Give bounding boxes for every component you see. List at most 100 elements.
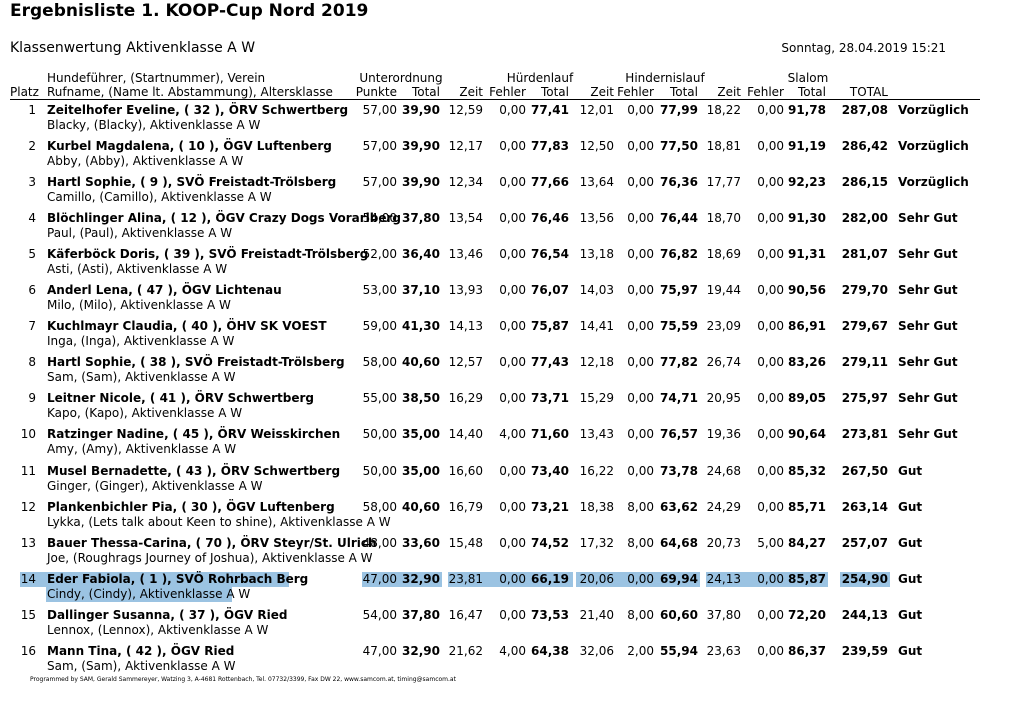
cell-s-fehler: 0,00 [757,463,784,478]
page-title: Ergebnisliste 1. KOOP-Cup Nord 2019 [10,1,369,21]
cell-h-fehler: 0,00 [499,139,526,154]
cell-dog: Blacky, (Blacky), Aktivenklasse A W [47,118,261,132]
cell-dog: Ginger, (Ginger), Aktivenklasse A W [47,478,263,493]
cell-s-total: 85,71 [788,499,826,514]
cell-s-total: 85,87 [788,571,826,586]
cell-hi-total: 69,94 [660,571,698,586]
cell-uo-total: 36,40 [402,247,440,262]
cell-s-fehler: 0,00 [757,607,784,622]
table-row: 7 Kuchlmayr Claudia, ( 40 ), ÖHV SK VOEST… [0,319,1028,355]
cell-uo-punkte: 59,00 [362,319,397,334]
cell-dog: Camillo, (Camillo), Aktivenklasse A W [47,190,272,205]
cell-hi-zeit: 17,32 [579,535,614,550]
cell-handler: Bauer Thessa-Carina, ( 70 ), ÖRV Steyr/S… [47,535,377,550]
cell-uo-punkte: 53,00 [362,283,397,298]
cell-uo-punkte: 52,00 [362,247,397,262]
cell-hi-zeit: 15,29 [579,391,614,406]
cell-dog: Lennox, (Lennox), Aktivenklasse A W [47,622,269,637]
cell-hi-total: 76,44 [660,211,698,226]
cell-uo-total: 40,60 [402,355,440,370]
cell-dog: Kapo, (Kapo), Aktivenklasse A W [47,406,243,421]
cell-h-fehler: 0,00 [499,607,526,622]
cell-rating: Gut [898,607,923,622]
cell-platz: 6 [28,283,36,298]
header-slalom: Slalom [787,71,829,85]
cell-handler: Käferböck Doris, ( 39 ), SVÖ Freistadt-T… [47,247,369,262]
cell-grand-total: 286,42 [841,139,888,154]
cell-hi-total: 63,62 [660,499,698,514]
cell-hi-zeit: 12,01 [579,103,614,117]
cell-h-total: 64,38 [531,643,569,658]
cell-platz: 3 [28,175,36,190]
cell-h-total: 76,46 [531,211,569,226]
cell-hi-zeit: 16,22 [579,463,614,478]
cell-uo-punkte: 54,00 [362,211,397,226]
cell-hi-fehler: 8,00 [627,535,654,550]
cell-s-zeit: 18,22 [706,103,741,117]
cell-h-zeit: 13,93 [448,283,483,298]
cell-h-zeit: 12,57 [448,355,483,370]
table-row: 12 Plankenbichler Pia, ( 30 ), ÖGV Luften… [0,500,1028,536]
cell-h-total: 73,53 [531,607,569,622]
cell-grand-total: 282,00 [841,211,888,226]
cell-hi-fehler: 0,00 [627,175,654,190]
cell-platz: 2 [28,139,36,154]
cell-s-zeit: 24,29 [706,499,741,514]
cell-rating: Gut [898,571,923,586]
cell-h-zeit: 16,29 [448,391,483,406]
cell-rating: Vorzüglich [898,103,969,117]
cell-dog: Asti, (Asti), Aktivenklasse A W [47,262,228,277]
cell-uo-punkte: 57,00 [362,139,397,154]
footer-credits: Programmed by SAM, Gerald Sammereyer, Wa… [30,676,456,683]
table-row: 5 Käferböck Doris, ( 39 ), SVÖ Freistadt-… [0,247,1028,283]
cell-hi-fehler: 0,00 [627,283,654,298]
cell-h-zeit: 15,48 [448,535,483,550]
cell-h-total: 77,41 [531,103,569,117]
cell-h-fehler: 0,00 [499,211,526,226]
cell-h-zeit: 13,46 [448,247,483,262]
table-row: 9 Leitner Nicole, ( 41 ), ÖRV Schwertberg… [0,391,1028,427]
cell-rating: Sehr Gut [898,355,958,370]
cell-dog: Milo, (Milo), Aktivenklasse A W [47,298,231,313]
cell-h-fehler: 0,00 [499,283,526,298]
cell-h-fehler: 0,00 [499,175,526,190]
cell-h-fehler: 4,00 [499,643,526,658]
cell-handler: Hartl Sophie, ( 9 ), SVÖ Freistadt-Tröls… [47,175,337,190]
cell-uo-total: 41,30 [402,319,440,334]
cell-s-total: 84,27 [788,535,826,550]
cell-hi-total: 75,97 [660,283,698,298]
cell-h-fehler: 0,00 [499,247,526,262]
table-row: 15 Dallinger Susanna, ( 37 ), ÖGV Ried Len… [0,608,1028,644]
cell-grand-total: 287,08 [841,103,888,117]
header-uo-punkte: Punkte [355,85,397,99]
table-row: 11 Musel Bernadette, ( 43 ), ÖRV Schwertb… [0,464,1028,500]
cell-handler: Hartl Sophie, ( 38 ), SVÖ Freistadt-Tröl… [47,355,345,370]
cell-h-total: 76,07 [531,283,569,298]
cell-grand-total: 279,11 [841,355,888,370]
cell-s-total: 86,91 [788,319,826,334]
cell-s-total: 91,78 [788,103,826,117]
cell-h-total: 75,87 [531,319,569,334]
cell-platz: 16 [20,643,36,658]
cell-s-zeit: 18,70 [706,211,741,226]
header-platz: Platz [10,85,39,99]
cell-s-zeit: 24,68 [706,463,741,478]
cell-s-total: 92,23 [788,175,826,190]
cell-s-fehler: 0,00 [757,571,784,586]
cell-hi-zeit: 13,18 [579,247,614,262]
cell-h-fehler: 0,00 [499,319,526,334]
cell-grand-total: 275,97 [841,391,888,406]
cell-h-zeit: 16,79 [448,499,483,514]
cell-hi-fehler: 0,00 [627,319,654,334]
cell-rating: Sehr Gut [898,319,958,334]
header-divider [10,99,980,100]
cell-rating: Vorzüglich [898,175,969,190]
cell-handler: Musel Bernadette, ( 43 ), ÖRV Schwertber… [47,463,341,478]
table-row: 1 Zeitelhofer Eveline, ( 32 ), ÖRV Schwer… [0,103,1028,139]
cell-grand-total: 286,15 [841,175,888,190]
cell-rating: Sehr Gut [898,283,958,298]
table-row: 4 Blöchlinger Alina, ( 12 ), ÖGV Crazy Do… [0,211,1028,247]
cell-hi-total: 76,82 [660,247,698,262]
header-h-fehler: Fehler [489,85,526,99]
cell-s-total: 86,37 [788,643,826,658]
